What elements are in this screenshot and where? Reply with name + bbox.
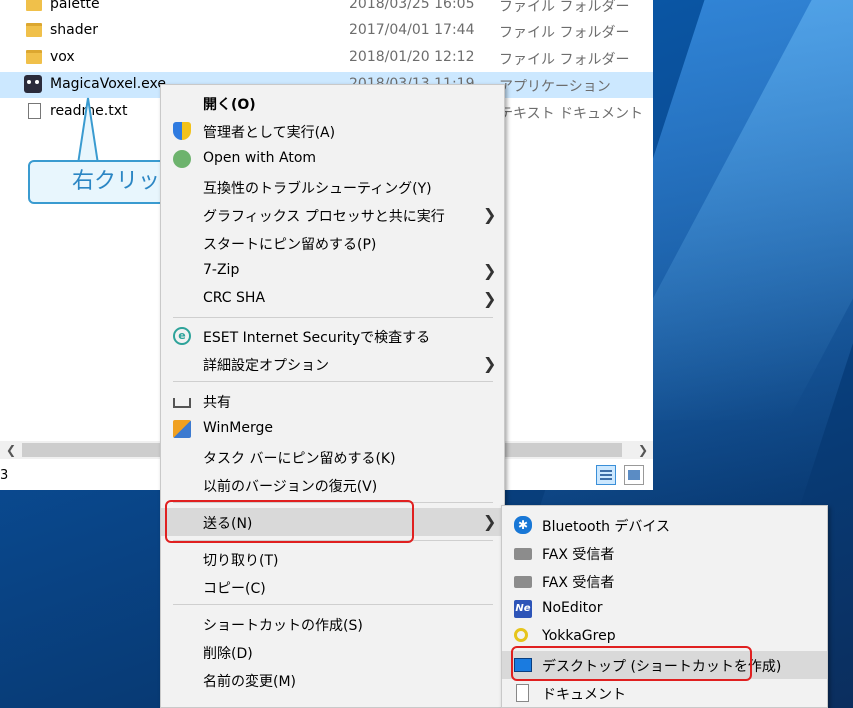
menu-item-restore-previous[interactable]: 以前のバージョンの復元(V) [161, 471, 504, 499]
file-type: ファイル フォルダー [499, 0, 630, 15]
menu-item-graphics-processor[interactable]: グラフィックス プロセッサと共に実行 ❯ [161, 201, 504, 229]
winmerge-icon [173, 420, 191, 438]
submenu-item-label: FAX 受信者 [542, 547, 615, 563]
fax-icon [514, 548, 532, 560]
submenu-item-label: Bluetooth デバイス [542, 519, 670, 535]
menu-item-delete[interactable]: 削除(D) [161, 638, 504, 666]
file-name: shader [50, 22, 99, 38]
chevron-right-icon: ❯ [483, 512, 497, 531]
submenu-item-label: YokkaGrep [542, 628, 616, 644]
file-date: 2018/01/20 12:12 [349, 49, 475, 65]
item-count: 3 [0, 468, 9, 483]
menu-item-open-with-atom[interactable]: Open with Atom [161, 145, 504, 173]
text-document-icon [28, 103, 41, 119]
menu-item-label: 開く(O) [203, 97, 256, 113]
menu-item-7zip[interactable]: 7-Zip ❯ [161, 257, 504, 285]
noeditor-icon: Ne [514, 600, 532, 618]
file-row-palette[interactable]: palette 2018/03/25 16:05 ファイル フォルダー [0, 0, 653, 18]
file-row-shader[interactable]: shader 2017/04/01 17:44 ファイル フォルダー [0, 18, 653, 44]
file-name: palette [50, 0, 100, 12]
callout-pointer [76, 97, 100, 165]
menu-item-label: WinMerge [203, 420, 273, 436]
folder-icon [26, 23, 42, 37]
atom-icon [173, 150, 191, 168]
folder-icon [26, 50, 42, 64]
menu-item-share[interactable]: 共有 [161, 387, 504, 415]
magnifier-icon [514, 628, 528, 642]
menu-item-pin-start[interactable]: スタートにピン留めする(P) [161, 229, 504, 257]
file-type: テキスト ドキュメント [499, 106, 644, 122]
menu-item-cut[interactable]: 切り取り(T) [161, 545, 504, 573]
menu-item-copy[interactable]: コピー(C) [161, 573, 504, 601]
scroll-right-icon[interactable]: ❯ [634, 441, 652, 459]
menu-item-label: Open with Atom [203, 150, 317, 166]
menu-item-label: 共有 [203, 395, 231, 411]
chevron-right-icon: ❯ [483, 205, 497, 224]
menu-item-winmerge[interactable]: WinMerge [161, 415, 504, 443]
file-type: ファイル フォルダー [499, 25, 630, 41]
menu-item-open[interactable]: 開く(O) [161, 89, 504, 117]
chevron-right-icon: ❯ [483, 354, 497, 373]
menu-separator [173, 604, 493, 605]
details-view-icon[interactable] [596, 465, 616, 485]
menu-item-label: ショートカットの作成(S) [203, 618, 363, 634]
menu-item-label: 削除(D) [203, 646, 253, 662]
menu-item-pin-taskbar[interactable]: タスク バーにピン留めする(K) [161, 443, 504, 471]
menu-item-label: CRC SHA [203, 290, 266, 306]
menu-item-label: ESET Internet Securityで検査する [203, 330, 431, 346]
send-to-fax-2[interactable]: FAX 受信者 [502, 567, 827, 595]
magicavoxel-app-icon [24, 75, 42, 93]
menu-item-label: 7-Zip [203, 262, 240, 278]
folder-icon [26, 0, 42, 11]
scroll-left-icon[interactable]: ❮ [2, 441, 20, 459]
menu-item-label: 以前のバージョンの復元(V) [203, 479, 378, 495]
menu-item-label: 名前の変更(M) [203, 674, 297, 690]
context-menu: 開く(O) 管理者として実行(A) Open with Atom 互換性のトラブ… [160, 84, 505, 708]
send-to-fax-1[interactable]: FAX 受信者 [502, 539, 827, 567]
menu-item-run-as-admin[interactable]: 管理者として実行(A) [161, 117, 504, 145]
share-icon [173, 398, 191, 408]
menu-item-label: グラフィックス プロセッサと共に実行 [203, 209, 445, 225]
file-name: vox [50, 49, 75, 65]
menu-separator [173, 317, 493, 318]
menu-item-advanced-options[interactable]: 詳細設定オプション ❯ [161, 350, 504, 378]
menu-item-label: 切り取り(T) [203, 553, 279, 569]
chevron-right-icon: ❯ [483, 289, 497, 308]
send-to-noeditor[interactable]: Ne NoEditor [502, 595, 827, 623]
send-to-bluetooth[interactable]: ✱ Bluetooth デバイス [502, 511, 827, 539]
menu-item-label: コピー(C) [203, 581, 266, 597]
uac-shield-icon [173, 122, 191, 140]
send-to-highlight-annotation [165, 500, 414, 543]
menu-item-label: 詳細設定オプション [203, 358, 329, 374]
bluetooth-icon: ✱ [514, 516, 532, 534]
menu-item-compat-troubleshoot[interactable]: 互換性のトラブルシューティング(Y) [161, 173, 504, 201]
menu-item-label: タスク バーにピン留めする(K) [203, 451, 396, 467]
menu-item-create-shortcut[interactable]: ショートカットの作成(S) [161, 610, 504, 638]
menu-item-label: スタートにピン留めする(P) [203, 237, 377, 253]
desktop-shortcut-highlight-annotation [511, 646, 752, 681]
submenu-item-label: FAX 受信者 [542, 575, 615, 591]
send-to-documents[interactable]: ドキュメント [502, 679, 827, 707]
submenu-item-label: NoEditor [542, 600, 603, 616]
document-icon [516, 684, 529, 702]
menu-item-eset-scan[interactable]: e ESET Internet Securityで検査する [161, 322, 504, 350]
menu-item-crc-sha[interactable]: CRC SHA ❯ [161, 285, 504, 313]
menu-item-rename[interactable]: 名前の変更(M) [161, 666, 504, 694]
file-date: 2017/04/01 17:44 [349, 22, 475, 38]
file-date: 2018/03/25 16:05 [349, 0, 475, 12]
file-type: アプリケーション [499, 79, 611, 95]
menu-separator [173, 381, 493, 382]
fax-icon [514, 576, 532, 588]
chevron-right-icon: ❯ [483, 261, 497, 280]
submenu-item-label: ドキュメント [542, 687, 626, 703]
large-icons-view-icon[interactable] [624, 465, 644, 485]
menu-item-label: 管理者として実行(A) [203, 125, 336, 141]
file-row-vox[interactable]: vox 2018/01/20 12:12 ファイル フォルダー [0, 45, 653, 71]
eset-icon: e [173, 327, 191, 345]
menu-item-label: 互換性のトラブルシューティング(Y) [203, 181, 432, 197]
file-name: MagicaVoxel.exe [50, 76, 166, 92]
file-type: ファイル フォルダー [499, 52, 630, 68]
